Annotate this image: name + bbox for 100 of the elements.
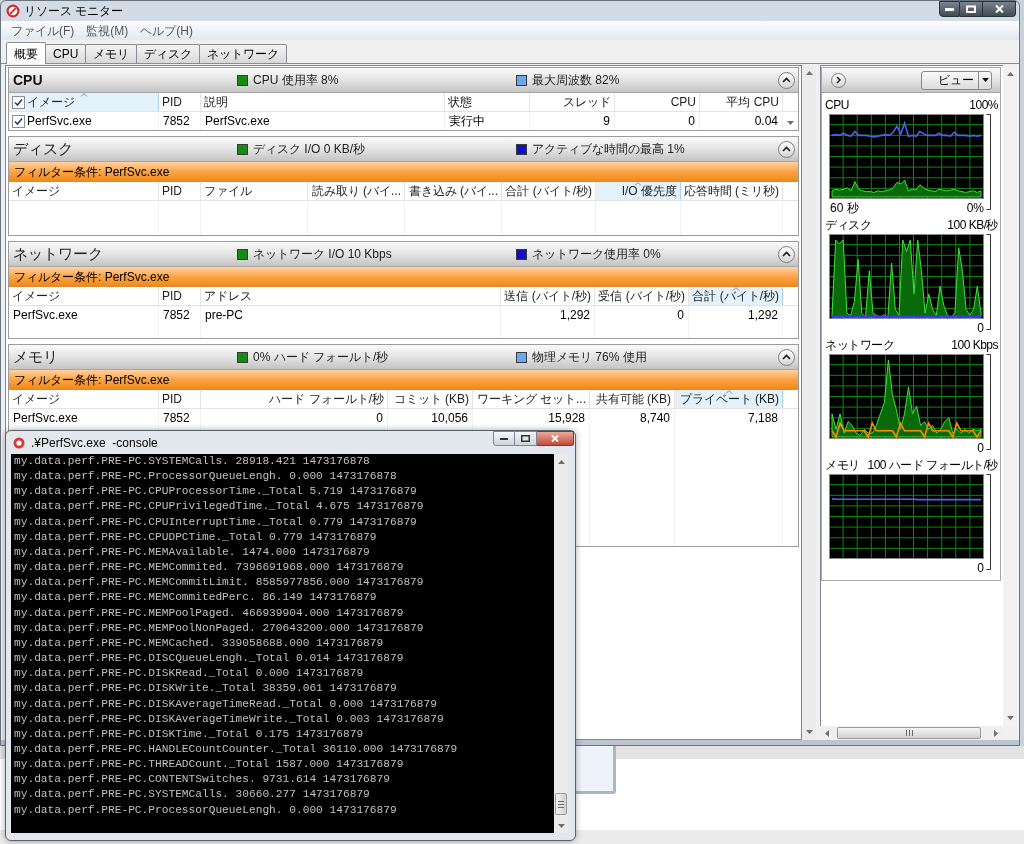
console-line: my.data.perf.PRE-PC.SYSTEMCalls. 30660.277 1473176879 — [14, 787, 371, 803]
close-button[interactable] — [983, 1, 1016, 17]
scroll-thumb[interactable] — [837, 727, 981, 739]
tab[interactable]: CPU — [45, 44, 87, 63]
column-header[interactable]: 合計 (バイト/秒) — [689, 287, 783, 305]
arrow-down-icon[interactable] — [1006, 715, 1015, 721]
legend-label: アクティブな時間の最高 1% — [532, 141, 685, 158]
arrow-up-icon[interactable] — [1006, 71, 1015, 77]
window-title: リソース モニター — [24, 3, 124, 20]
console-line: my.data.perf.PRE-PC.DISKRead._Total 0.000 1473176879 — [14, 666, 365, 682]
menu-item[interactable]: ヘルプ(H) — [136, 21, 197, 40]
window-title: .¥PerfSvc.exe -console — [31, 434, 158, 452]
graph-scale-label: 0 — [977, 320, 984, 337]
arrow-left-icon[interactable] — [824, 728, 830, 738]
graph-scale-label: 0% — [966, 200, 984, 217]
graph-title: CPU — [825, 97, 849, 114]
column-header[interactable]: 状態 — [445, 93, 530, 111]
console-line: my.data.perf.PRE-PC.CPUDPCTime._Total 0.779 1473176879 — [14, 529, 378, 545]
maximize-icon — [521, 435, 530, 442]
minimize-icon — [500, 437, 508, 440]
maximize-button[interactable] — [515, 431, 537, 446]
maximize-button[interactable] — [960, 1, 983, 17]
table-cell-text: 10,056 — [430, 410, 469, 427]
column-header[interactable]: 合計 (バイト/秒) — [502, 182, 596, 200]
table-cell-text: 7852 — [162, 307, 191, 324]
arrow-down-icon[interactable] — [556, 823, 566, 829]
grip-icon — [905, 730, 913, 736]
filter-bar: フィルター条件: PerfSvc.exe — [9, 162, 798, 182]
column-header[interactable]: 送信 (バイト/秒) — [501, 287, 595, 305]
console-line: my.data.perf.PRE-PC.CPUInterruptTime._Total 0.779 1473176879 — [14, 514, 418, 530]
table-cell-text: 0 — [676, 307, 685, 324]
arrow-right-icon[interactable] — [993, 728, 999, 738]
collapse-button[interactable] — [778, 245, 795, 263]
column-header[interactable]: イメージ — [9, 93, 159, 111]
table-cell-text: 7,188 — [746, 410, 779, 427]
legend-label: ネットワーク I/O 10 Kbps — [253, 246, 392, 263]
chevron-up-icon — [782, 146, 791, 152]
graph-scale-label: 100% — [969, 97, 998, 114]
console-line: my.data.perf.PRE-PC.SYSTEMCalls. 28918.421 1473176878 — [14, 454, 371, 469]
menu-item[interactable]: 監視(M) — [82, 21, 133, 40]
column-header[interactable]: 受信 (バイト/秒) — [595, 287, 689, 305]
collapse-button[interactable] — [778, 71, 795, 89]
graph-scale-label: 100 Kbps — [951, 337, 998, 354]
tab[interactable]: ディスク — [136, 44, 201, 63]
graph-title: メモリ — [825, 457, 860, 474]
minimize-button[interactable] — [493, 431, 515, 446]
graph-title: ディスク — [825, 217, 871, 234]
legend-label: ディスク I/O 0 KB/秒 — [253, 141, 366, 158]
table-cell-text: PerfSvc.exe — [204, 113, 271, 130]
console-line: my.data.perf.PRE-PC.MEMCommited. 7396691968.000 1473176879 — [14, 560, 405, 576]
menu-item[interactable]: ファイル(F) — [7, 21, 79, 40]
close-icon — [551, 435, 559, 442]
collapse-button[interactable] — [778, 348, 795, 366]
arrow-up-icon[interactable] — [804, 70, 814, 76]
close-button[interactable] — [537, 431, 574, 446]
tab[interactable]: ネットワーク — [199, 44, 288, 63]
console-line: my.data.perf.PRE-PC.MEMPoolPaged. 466939904.000 1473176879 — [14, 605, 405, 621]
column-header[interactable]: PID — [159, 93, 201, 111]
console-line: my.data.perf.PRE-PC.DISKAverageTimeRead._Total 0.000 1473176879 — [14, 696, 438, 712]
scroll-thumb[interactable] — [555, 793, 567, 815]
minimize-icon — [945, 7, 954, 11]
close-icon — [994, 5, 1004, 13]
tab[interactable]: メモリ — [85, 44, 138, 63]
table-cell-text: 0.04 — [753, 113, 779, 130]
arrow-up-icon[interactable] — [556, 459, 566, 465]
minimize-button[interactable] — [939, 1, 960, 17]
legend-label: 最大周波数 82% — [532, 72, 620, 89]
column-header[interactable]: PID — [159, 182, 201, 200]
maximize-icon — [966, 5, 976, 13]
graph-scale-label: 100 KB/秒 — [947, 217, 998, 234]
console-line: my.data.perf.PRE-PC.MEMCommitLimit. 8585977856.000 1473176879 — [14, 575, 425, 591]
graph-scale-label: 0 — [977, 440, 984, 457]
console-line: my.data.perf.PRE-PC.DISKWrite._Total 38359.061 1473176879 — [14, 681, 398, 697]
legend-label: 物理メモリ 76% 使用 — [532, 349, 647, 366]
collapse-button[interactable] — [778, 140, 795, 158]
tab[interactable]: 概要 — [6, 42, 46, 64]
column-header[interactable]: PID — [159, 287, 201, 305]
column-header[interactable]: 応答時間 (ミリ秒) — [681, 182, 783, 200]
console-line: my.data.perf.PRE-PC.MEMAvailable. 1474.000 1473176879 — [14, 544, 371, 560]
checkbox[interactable] — [12, 114, 25, 128]
app-icon — [6, 4, 20, 18]
table-cell-text: PerfSvc.exe — [12, 410, 79, 427]
column-header[interactable]: PID — [159, 390, 201, 408]
console-line: my.data.perf.PRE-PC.CPUPrivilegedTime._Total 4.675 1473176879 — [14, 499, 425, 515]
column-header[interactable]: I/O 優先度 — [596, 182, 681, 200]
arrow-down-icon[interactable] — [786, 120, 795, 126]
collapse-panel-button[interactable] — [831, 72, 846, 88]
filter-bar: フィルター条件: PerfSvc.exe — [9, 267, 798, 287]
view-button[interactable]: ビュー — [921, 70, 992, 90]
caret-down-icon — [981, 78, 989, 82]
console-line: my.data.perf.PRE-PC.DISKAverageTimeWrite._Total 0.003 1473176879 — [14, 711, 445, 727]
console-line: my.data.perf.PRE-PC.CONTENTSwitches. 9731.614 1473176879 — [14, 772, 391, 788]
section-title: ネットワーク — [13, 243, 103, 264]
column-header[interactable]: 説明 — [201, 93, 445, 111]
grip-icon — [558, 800, 564, 808]
table-cell-text: 7852 — [162, 410, 191, 427]
checkbox[interactable] — [12, 95, 25, 109]
arrow-down-icon[interactable] — [804, 729, 814, 735]
column-header[interactable]: プライベート (KB) — [675, 390, 783, 408]
legend-label: CPU 使用率 8% — [253, 72, 339, 89]
